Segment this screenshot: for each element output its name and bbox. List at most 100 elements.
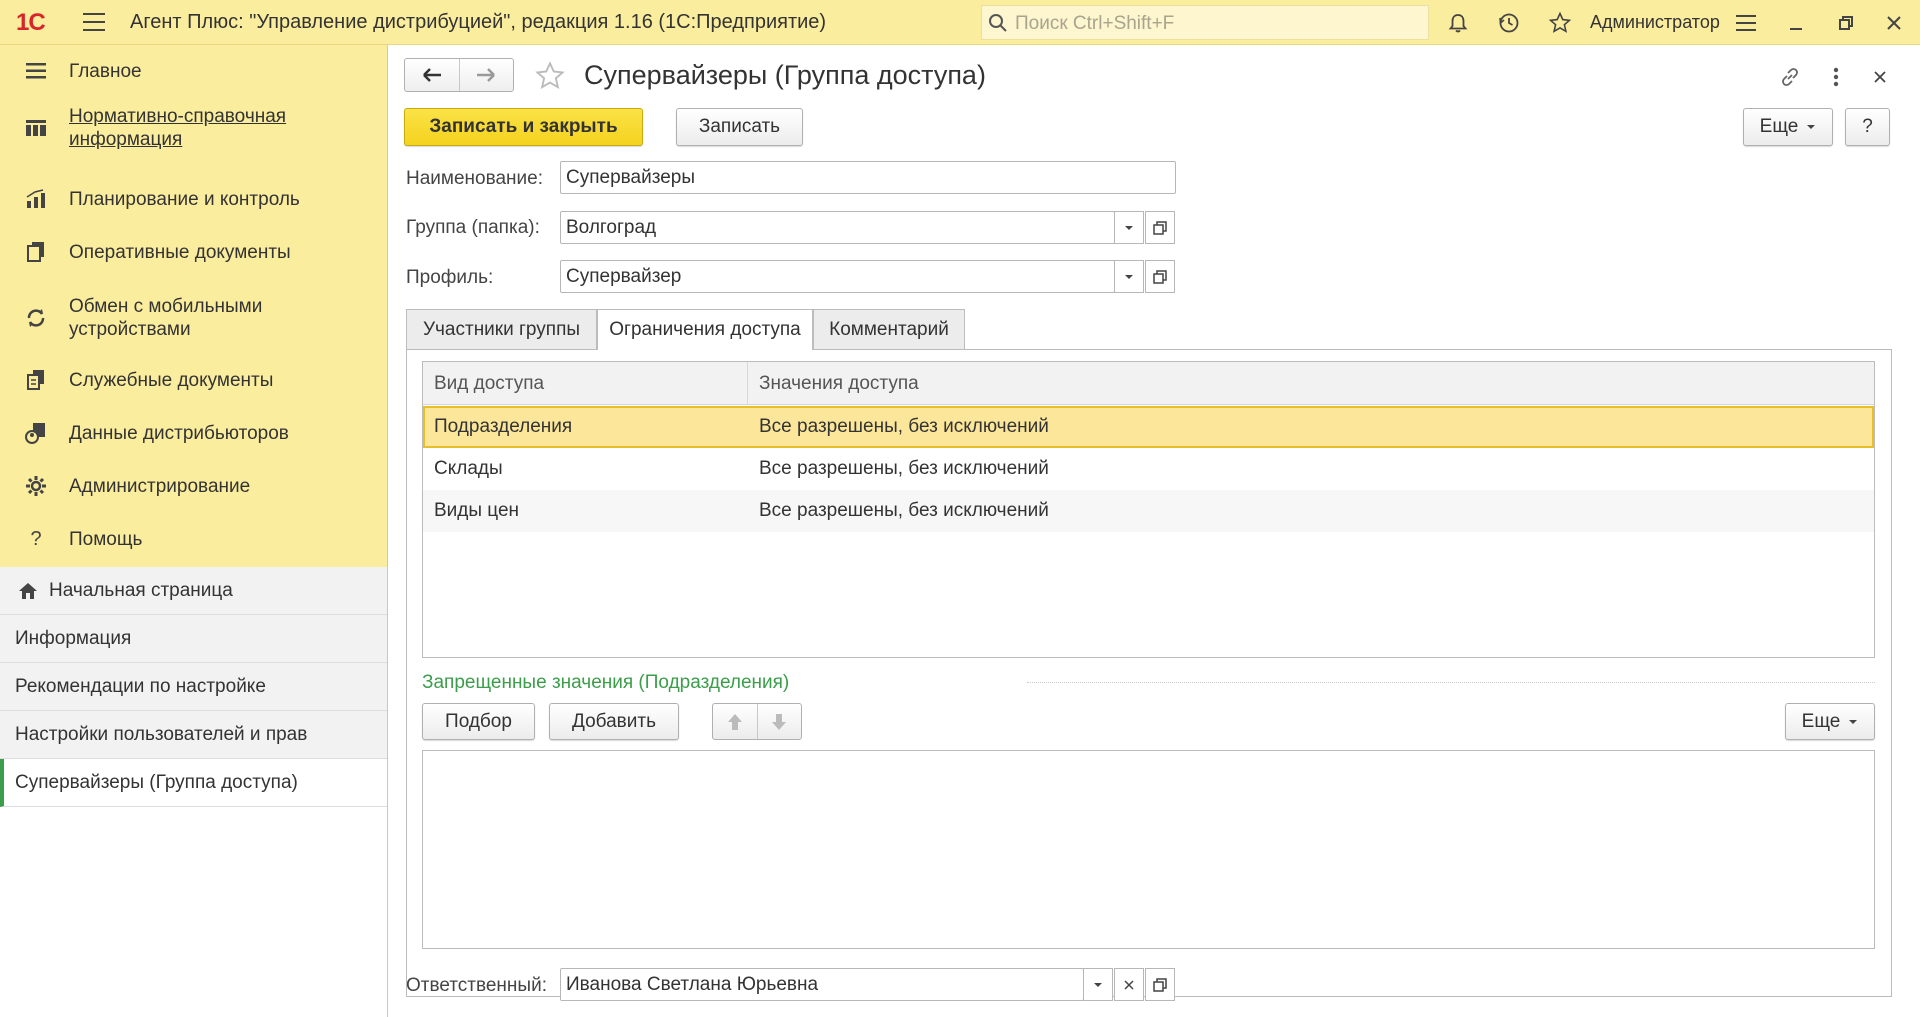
hamburger-icon [24,59,48,83]
chevron-down-icon [1125,274,1133,279]
move-buttons [712,703,802,740]
sidebar-item-operations[interactable]: Оперативные документы [0,239,387,265]
search-placeholder: Поиск Ctrl+Shift+F [1015,13,1175,34]
form-close-icon[interactable] [1866,63,1894,91]
tab-members[interactable]: Участники группы [406,309,597,349]
chevron-down-icon [1807,125,1816,129]
sidebar-item-distributors[interactable]: Данные дистрибьюторов [0,420,387,446]
arrow-right-icon [477,68,496,82]
link-icon[interactable] [1776,63,1804,91]
close-icon[interactable] [1880,9,1908,37]
table-row[interactable]: Подразделения Все разрешены, без исключе… [423,406,1874,448]
forbidden-more-button[interactable]: Еще [1785,703,1875,740]
form-title: Супервайзеры (Группа доступа) [584,60,986,90]
more-button-label: Еще [1801,710,1841,732]
cell-kind: Виды цен [434,500,520,521]
sidebar-item-help[interactable]: ? Помощь [0,526,387,552]
help-icon: ? [30,527,42,550]
tab-access-restrictions[interactable]: Ограничения доступа [597,309,813,350]
star-icon[interactable] [1546,9,1574,37]
tab-comment[interactable]: Комментарий [813,309,965,349]
section-nav: Главное Нормативно-справочная информация… [0,45,387,567]
table-row[interactable]: Склады Все разрешены, без исключений [423,448,1874,490]
sidebar-item-main[interactable]: Главное [0,58,387,84]
group-label: Группа (папка): [406,217,540,238]
cell-value: Все разрешены, без исключений [759,416,1049,437]
group-open-button[interactable] [1145,211,1175,244]
forward-button[interactable] [460,59,514,91]
profile-input[interactable]: Супервайзер [560,260,1115,293]
sidebar-item-administration[interactable]: Администрирование [0,473,387,499]
open-window-info[interactable]: Информация [0,615,387,663]
column-header-value[interactable]: Значения доступа [748,362,919,405]
minimize-icon[interactable] [1782,9,1810,37]
gear-icon [24,474,48,498]
open-window-recommendations[interactable]: Рекомендации по настройке [0,663,387,711]
add-button[interactable]: Добавить [549,703,679,740]
open-window-label: Информация [15,627,132,649]
responsible-open-button[interactable] [1145,968,1175,1001]
open-window-user-settings[interactable]: Настройки пользователей и прав [0,711,387,759]
open-window-supervisors[interactable]: Супервайзеры (Группа доступа) [0,759,387,807]
sidebar-item-mobile-exchange[interactable]: Обмен с мобильными устройствами [0,295,387,341]
username[interactable]: Администратор [1590,12,1720,33]
sidebar-item-planning[interactable]: Планирование и контроль [0,186,387,212]
name-input[interactable]: Супервайзеры [560,161,1176,194]
save-button[interactable]: Записать [676,108,803,146]
open-window-icon [1153,220,1167,235]
cell-value: Все разрешены, без исключений [759,500,1049,521]
sidebar-item-label: Планирование и контроль [69,188,300,210]
sidebar-item-label: Администрирование [69,475,251,497]
chart-icon [24,187,48,211]
settings-menu-icon[interactable] [1732,9,1760,37]
sidebar-item-label: Данные дистрибьюторов [69,422,289,444]
sidebar-item-label: Главное [69,60,142,82]
save-close-button[interactable]: Записать и закрыть [404,108,643,146]
move-up-button[interactable] [713,704,758,739]
responsible-label: Ответственный: [406,975,547,996]
more-button[interactable]: Еще [1743,108,1833,146]
sync-icon [24,306,48,330]
bell-icon[interactable] [1444,9,1472,37]
sidebar-item-reference[interactable]: Нормативно-справочная информация [0,105,387,151]
history-nav [404,58,514,92]
responsible-clear-button[interactable] [1114,968,1144,1001]
responsible-input[interactable]: Иванова Светлана Юрьевна [560,968,1084,1001]
group-input[interactable]: Волгоград [560,211,1115,244]
restore-icon[interactable] [1832,9,1860,37]
forbidden-values-list[interactable] [422,750,1875,949]
open-window-icon [1153,269,1167,284]
search-input[interactable]: Поиск Ctrl+Shift+F [981,5,1429,40]
column-header-kind[interactable]: Вид доступа [423,362,748,405]
chevron-down-icon [1094,982,1102,987]
section-divider [1027,682,1875,683]
history-icon[interactable] [1495,9,1523,37]
clear-icon [1124,979,1134,990]
sidebar-item-label: Нормативно-справочная информация [69,106,287,150]
profile-dropdown-button[interactable] [1114,260,1144,293]
responsible-dropdown-button[interactable] [1083,968,1113,1001]
cell-value: Все разрешены, без исключений [759,458,1049,479]
help-button[interactable]: ? [1845,108,1890,146]
arrow-down-icon [772,713,787,730]
open-window-icon [1153,977,1167,992]
back-button[interactable] [405,59,460,91]
sidebar-item-label: Оперативные документы [69,241,291,263]
favorite-star-icon[interactable] [532,58,568,94]
table-row[interactable]: Виды цен Все разрешены, без исключений [423,490,1874,532]
sidebar-item-label: Служебные документы [69,369,274,391]
form: Супервайзеры (Группа доступа) Записать и… [388,45,1920,1017]
catalog-icon [24,116,48,140]
access-table: Вид доступа Значения доступа Подразделен… [422,361,1875,658]
more-vert-icon[interactable] [1822,63,1850,91]
profile-open-button[interactable] [1145,260,1175,293]
main-menu-icon[interactable] [83,13,105,31]
app-logo: 1С [16,9,46,36]
pick-button[interactable]: Подбор [422,703,535,740]
group-dropdown-button[interactable] [1114,211,1144,244]
move-down-button[interactable] [758,704,802,739]
open-window-home[interactable]: Начальная страница [0,567,387,615]
arrow-up-icon [727,713,742,730]
open-windows-list: Начальная страница Информация Рекомендац… [0,567,387,1017]
sidebar-item-service-docs[interactable]: Служебные документы [0,367,387,393]
